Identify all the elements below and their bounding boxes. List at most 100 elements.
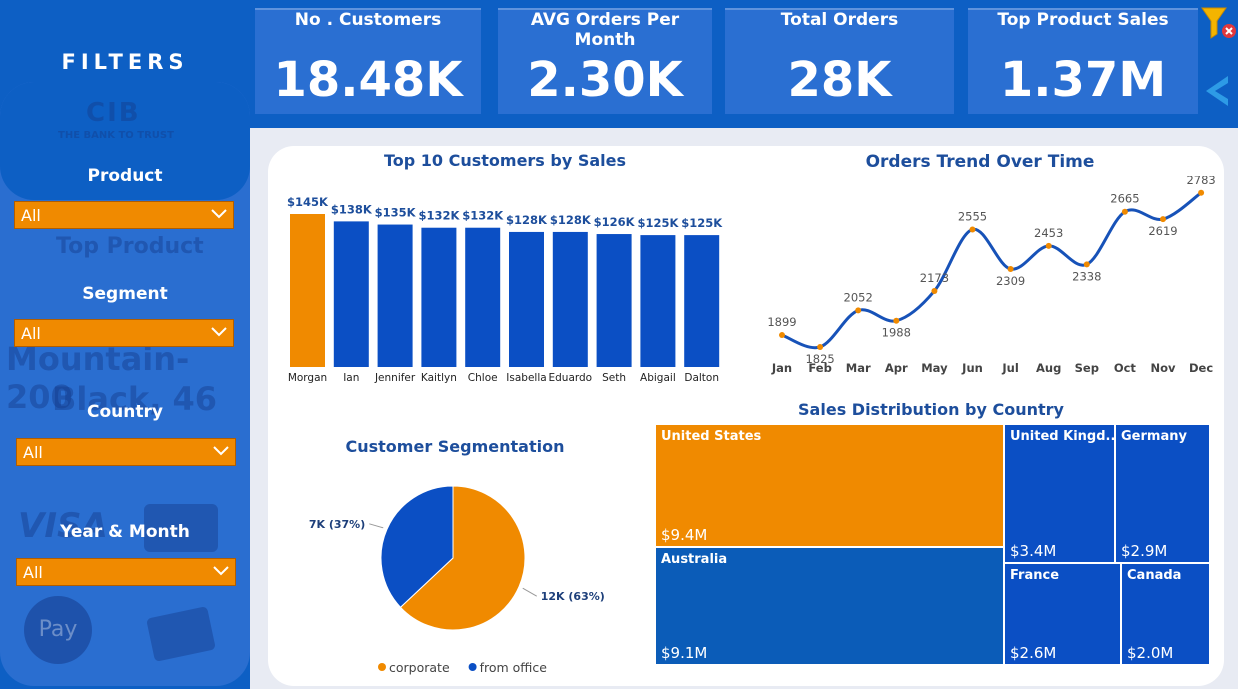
- chevron-down-icon: [213, 566, 229, 576]
- bar-category-label: Isabella: [506, 372, 546, 384]
- month-label: May: [921, 361, 948, 375]
- line-point[interactable]: [893, 317, 900, 324]
- bar[interactable]: [552, 231, 588, 367]
- kpi-avg-orders-value: 2.30K: [527, 52, 683, 108]
- applepay-text: Pay: [38, 617, 78, 642]
- bar-category-label: Eduardo: [548, 372, 592, 384]
- filters-title: FILTERS: [61, 50, 189, 74]
- treemap-cell-value: $9.4M: [661, 526, 708, 544]
- bank-logo: CIB: [86, 98, 141, 128]
- filter-label-product: Product: [87, 166, 163, 186]
- kpi-customers-label: No . Customers: [294, 10, 442, 30]
- kpi-avg-orders-label: AVG Orders Per Month: [530, 10, 680, 50]
- bar-value-label: $132K: [418, 209, 460, 223]
- bar-category-label: Jennifer: [374, 372, 416, 384]
- kpi-customers: No . Customers 18.48K: [255, 8, 481, 114]
- bar[interactable]: [377, 224, 413, 367]
- month-label: Feb: [808, 361, 831, 375]
- treemap-cell-united-kingdom[interactable]: United Kingd... $3.4M: [1004, 424, 1120, 563]
- treemap-cell-australia[interactable]: Australia $9.1M: [655, 547, 1004, 665]
- legend-label: corporate: [389, 660, 450, 675]
- month-label: Apr: [885, 361, 908, 375]
- legend-label: from office: [480, 660, 548, 675]
- kpi-top-product-sales-value: 1.37M: [999, 52, 1167, 108]
- product-dropdown[interactable]: All: [14, 201, 234, 229]
- top-customers-bar-chart: $145K Morgan $138K Ian $135K Jennifer $132K Kai…: [287, 195, 723, 384]
- line-point[interactable]: [1198, 189, 1205, 196]
- bar-category-label: Chloe: [468, 372, 498, 384]
- month-label: Oct: [1114, 361, 1137, 375]
- bar[interactable]: [596, 234, 632, 367]
- bar-category-label: Seth: [602, 372, 626, 384]
- chevron-down-icon: [213, 446, 229, 456]
- treemap-title: Sales Distribution by Country: [798, 400, 1064, 419]
- line-value-label: 1899: [767, 315, 796, 329]
- top-product-watermark: Top Product: [56, 234, 204, 259]
- pie-slice-label: 7K (37%): [309, 518, 365, 531]
- line-point[interactable]: [855, 307, 862, 314]
- bar[interactable]: [421, 227, 457, 367]
- segment-dropdown-value: All: [21, 324, 41, 343]
- segment-dropdown[interactable]: All: [14, 319, 234, 347]
- kpi-total-orders: Total Orders 28K: [725, 8, 954, 114]
- month-label: Jun: [961, 361, 983, 375]
- collapse-arrow-icon[interactable]: [1204, 74, 1232, 108]
- kpi-total-orders-value: 28K: [787, 52, 892, 108]
- clear-filter-icon[interactable]: [1200, 6, 1238, 42]
- line-point[interactable]: [1045, 242, 1052, 249]
- line-point[interactable]: [1121, 208, 1128, 215]
- treemap-cell-united-states[interactable]: United States $9.4M: [655, 424, 1004, 547]
- line-point[interactable]: [931, 287, 938, 294]
- bar[interactable]: [465, 227, 501, 367]
- treemap-cell-name: Canada: [1127, 568, 1182, 583]
- kpi-top-product-sales: Top Product Sales 1.37M: [968, 8, 1198, 114]
- line-point[interactable]: [779, 332, 785, 339]
- line-value-label: 2052: [844, 290, 873, 304]
- kpi-avg-orders: AVG Orders Per Month 2.30K: [498, 8, 712, 114]
- line-value-label: 2783: [1186, 176, 1215, 187]
- bar-value-label: $128K: [550, 213, 592, 227]
- product-dropdown-value: All: [21, 206, 41, 225]
- pie-leader-line: [369, 523, 384, 529]
- month-label: Dec: [1189, 361, 1213, 375]
- month-label: Jan: [771, 361, 792, 375]
- line-point[interactable]: [1083, 261, 1090, 268]
- applepay-logo: Pay: [24, 596, 92, 664]
- line-point[interactable]: [1160, 216, 1166, 223]
- year-month-dropdown-value: All: [23, 563, 43, 582]
- bar[interactable]: [290, 214, 325, 367]
- bar-category-label: Ian: [343, 372, 359, 384]
- line-value-label: 2619: [1148, 224, 1177, 238]
- kpi-total-orders-label: Total Orders: [780, 10, 899, 30]
- filter-label-year-month: Year & Month: [60, 522, 190, 542]
- treemap-cell-name: United Kingd...: [1010, 429, 1121, 444]
- month-label: Sep: [1075, 361, 1099, 375]
- country-dropdown[interactable]: All: [16, 438, 236, 466]
- bar[interactable]: [640, 235, 676, 367]
- treemap-cell-canada[interactable]: Canada $2.0M: [1121, 563, 1210, 665]
- treemap-cell-germany[interactable]: Germany $2.9M: [1115, 424, 1210, 563]
- filters-sidebar: FILTERS CIB THE BANK TO TRUST Top Produc…: [0, 0, 250, 689]
- pie-leader-line: [522, 587, 537, 597]
- line-point[interactable]: [1007, 266, 1014, 273]
- treemap-cell-value: $9.1M: [661, 644, 708, 662]
- line-point[interactable]: [969, 226, 976, 233]
- line-value-label: 2309: [996, 274, 1025, 288]
- bar[interactable]: [333, 221, 369, 367]
- bar-category-label: Abigail: [640, 372, 676, 384]
- year-month-dropdown[interactable]: All: [16, 558, 236, 586]
- bar[interactable]: [684, 235, 720, 367]
- pie-chart-title: Customer Segmentation: [345, 437, 565, 456]
- filter-label-country: Country: [87, 402, 163, 422]
- month-label: Jul: [1001, 361, 1018, 375]
- bar-value-label: $135K: [375, 206, 417, 220]
- bar-value-label: $125K: [681, 216, 723, 230]
- bar-value-label: $132K: [462, 209, 504, 223]
- line-value-label: 2173: [920, 271, 949, 285]
- line-value-label: 2555: [958, 209, 987, 223]
- bar[interactable]: [509, 231, 544, 367]
- month-label: Mar: [846, 361, 871, 375]
- chevron-down-icon: [211, 209, 227, 219]
- line-point[interactable]: [817, 343, 824, 350]
- treemap-cell-france[interactable]: France $2.6M: [1004, 563, 1121, 665]
